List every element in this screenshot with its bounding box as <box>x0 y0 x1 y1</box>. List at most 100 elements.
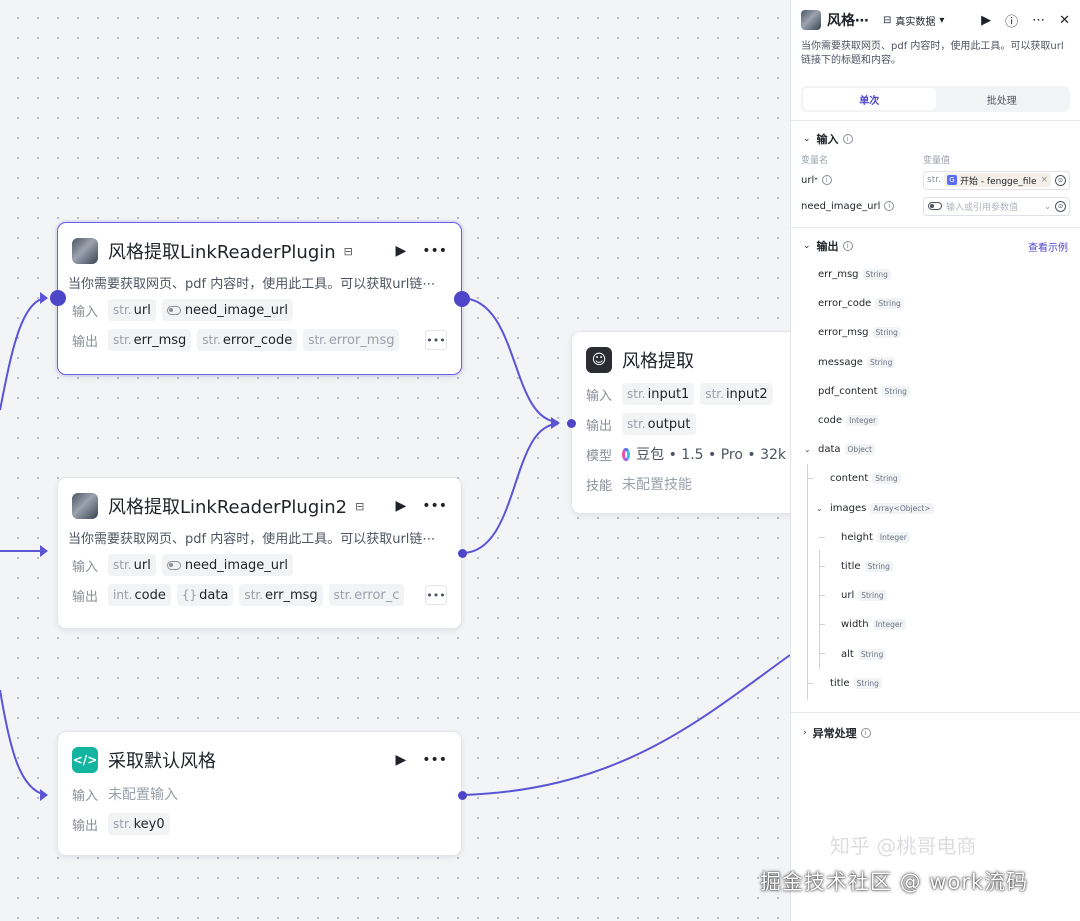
run-icon[interactable]: ▶ <box>981 13 991 28</box>
col-name-header: 变量名 <box>801 155 829 166</box>
start-node-icon: G <box>946 175 957 185</box>
plugin-node-2[interactable]: 风格提取LinkReaderPlugin2 ⊟ ▶ ••• 当你需要获取网页、p… <box>57 477 462 629</box>
output-tag: str. error_code <box>197 329 298 351</box>
need-image-url-field[interactable]: 输入或引用参数值 ⌄ ⊙ <box>923 196 1070 216</box>
close-icon: × <box>1040 175 1049 185</box>
data-mode-icon: ⊟ <box>883 14 892 26</box>
output-tag: {} data <box>176 584 234 606</box>
more-icon[interactable]: ••• <box>422 498 447 514</box>
watermark-ghost: 知乎 @桃哥电商 <box>830 834 977 858</box>
tab-batch[interactable]: 批处理 <box>936 88 1069 110</box>
plugin-node-1[interactable]: 风格提取LinkReaderPlugin ⊟ ▶ ••• 当你需要获取网页、pd… <box>57 222 462 375</box>
variable-picker-icon[interactable]: ⊙ <box>1055 200 1066 212</box>
run-icon[interactable]: ▶ <box>395 243 406 259</box>
input-row-need-image-url: need_image_url i 输入或引用参数值 ⌄ ⊙ <box>791 193 1080 219</box>
plugin-avatar-icon <box>801 10 821 30</box>
toggle-icon <box>166 305 181 315</box>
llm-node[interactable]: ☺ 风格提取 输入 str. input1 str. input2 输出 str. o… <box>571 331 801 514</box>
skills-value: 未配置技能 <box>622 477 692 493</box>
panel-description: 当你需要获取网页、pdf 内容时，使用此工具。可以获取url链接下的标题和内容。 <box>801 41 1064 66</box>
input-name: url * i <box>801 175 923 186</box>
arrow-llm-in <box>551 417 560 429</box>
data-mode-select[interactable]: ⊟ 真实数据 ▾ <box>883 13 944 28</box>
tree-item: url String <box>791 581 1080 610</box>
input-label: 输入 <box>586 388 613 404</box>
tree-item: message String <box>791 348 1080 377</box>
input-label: 输入 <box>72 788 99 804</box>
edge-code-to-right <box>461 654 791 796</box>
llm-icon: ☺ <box>586 347 612 373</box>
chevron-down-icon[interactable]: ⌄ <box>1044 202 1051 211</box>
model-name: 豆包 • 1.5 • Pro • 32k <box>636 447 786 463</box>
input-section-header[interactable]: ⌄ 输入 i <box>791 127 1080 151</box>
error-section-header[interactable]: › 异常处理 i <box>791 721 1080 745</box>
variable-picker-icon[interactable]: ⊙ <box>1055 174 1066 186</box>
chevron-down-icon: ⌄ <box>803 241 811 251</box>
close-icon[interactable]: ✕ <box>1059 13 1070 28</box>
more-outputs-icon[interactable]: ••• <box>425 330 447 350</box>
help-icon[interactable]: ⓘ <box>1005 11 1018 30</box>
port-llm-in[interactable] <box>567 419 576 428</box>
error-section-title: 异常处理 <box>812 726 857 740</box>
node-title: 风格提取LinkReaderPlugin2 <box>108 497 348 518</box>
info-icon[interactable]: i <box>842 241 853 251</box>
output-label: 输出 <box>72 334 99 350</box>
input-column-headers: 变量名 变量值 <box>791 151 1080 167</box>
doubao-logo-icon <box>622 447 631 461</box>
chevron-down-icon: ⌄ <box>816 503 823 513</box>
port-plugin1-in[interactable] <box>50 290 66 306</box>
plugin-badge-icon: ⊟ <box>355 499 365 513</box>
code-node[interactable]: </> 采取默认风格 ▶ ••• 输入 未配置输入 输出 str. key0 <box>57 731 462 856</box>
port-plugin1-out[interactable] <box>454 291 470 307</box>
output-tag: str. err_msg <box>239 584 323 606</box>
run-icon[interactable]: ▶ <box>395 498 406 514</box>
tree-item[interactable]: ⌄ images Array<Object> <box>791 494 1080 523</box>
chevron-down-icon: ⌄ <box>804 445 811 455</box>
plugin-badge-icon: ⊟ <box>343 244 353 258</box>
info-icon[interactable]: i <box>884 201 895 211</box>
placeholder: 输入或引用参数值 <box>946 202 1019 213</box>
tree-item: title String <box>791 552 1080 581</box>
inputs-empty: 未配置输入 <box>108 787 178 803</box>
chevron-down-icon: ▾ <box>939 14 945 26</box>
info-icon[interactable]: i <box>821 175 832 185</box>
tab-single[interactable]: 单次 <box>803 88 936 110</box>
tree-item: code Integer <box>791 406 1080 435</box>
more-icon[interactable]: ⋯ <box>1032 13 1045 28</box>
reference-chip[interactable]: G 开始 - fengge_file × <box>943 173 1052 187</box>
info-icon[interactable]: i <box>860 727 871 738</box>
more-icon[interactable]: ••• <box>422 243 447 259</box>
run-mode-tabs: 单次 批处理 <box>801 86 1070 112</box>
tree-item: content String <box>791 464 1080 493</box>
output-tag: str. error_c <box>328 584 405 606</box>
toggle-icon[interactable] <box>928 202 942 210</box>
input-tag: str. input1 <box>622 383 695 405</box>
plugin-avatar-icon <box>72 238 98 264</box>
view-example-link[interactable]: 查看示例 <box>1028 239 1068 254</box>
edge-plugin2-to-llm <box>461 423 559 554</box>
edge-plugin1-to-llm <box>461 297 559 423</box>
toggle-icon <box>166 560 181 570</box>
output-tag: str. key0 <box>108 813 170 835</box>
edge-left-to-plugin1 <box>0 297 47 411</box>
output-tag: str. err_msg <box>108 329 192 351</box>
run-icon[interactable]: ▶ <box>395 752 406 768</box>
more-icon[interactable]: ••• <box>422 752 447 768</box>
tree-item: error_code String <box>791 289 1080 318</box>
output-section-header[interactable]: ⌄ 输出 i 查看示例 <box>791 234 1080 258</box>
node-description: 当你需要获取网页、pdf 内容时，使用此工具。可以获取url链⋯ <box>68 532 436 547</box>
output-tag: str. output <box>622 413 696 435</box>
port-plugin2-out[interactable] <box>458 549 467 558</box>
tree-item: err_msg String <box>791 260 1080 289</box>
tree-item: pdf_content String <box>791 377 1080 406</box>
node-title: 风格提取 <box>622 351 694 372</box>
output-tag: str. error_msg <box>303 329 400 351</box>
url-value-field[interactable]: str. G 开始 - fengge_file × ⊙ <box>923 170 1070 190</box>
tree-item[interactable]: ⌄ data Object <box>791 435 1080 464</box>
more-outputs-icon[interactable]: ••• <box>425 585 447 605</box>
data-mode-label: 真实数据 <box>895 16 936 28</box>
info-icon[interactable]: i <box>842 134 853 144</box>
port-code-out[interactable] <box>458 791 467 800</box>
chevron-right-icon: › <box>803 727 807 738</box>
output-label: 输出 <box>72 589 99 605</box>
